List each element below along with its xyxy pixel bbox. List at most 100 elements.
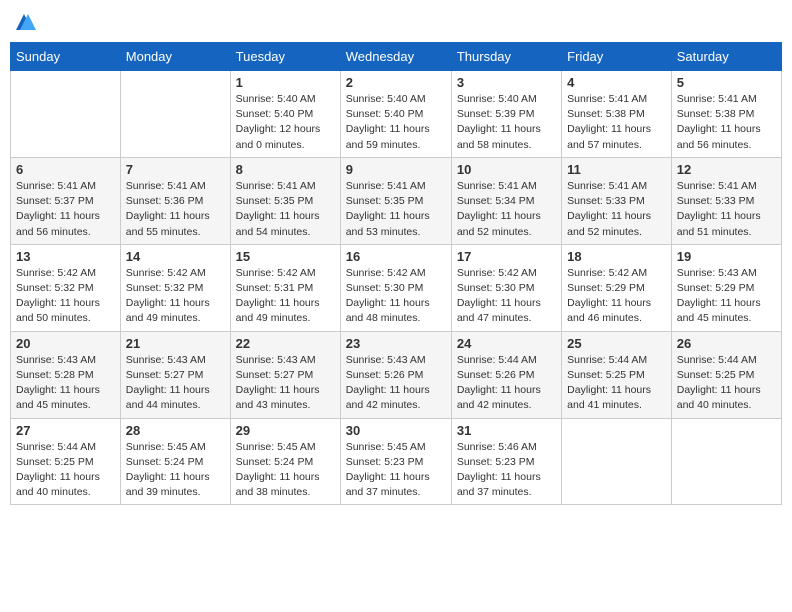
day-info: Sunrise: 5:41 AM Sunset: 5:33 PM Dayligh…	[677, 179, 776, 240]
day-info: Sunrise: 5:41 AM Sunset: 5:35 PM Dayligh…	[346, 179, 446, 240]
day-info: Sunrise: 5:43 AM Sunset: 5:27 PM Dayligh…	[126, 353, 225, 414]
calendar-body: 1Sunrise: 5:40 AM Sunset: 5:40 PM Daylig…	[11, 71, 782, 505]
day-number: 7	[126, 162, 225, 177]
day-number: 6	[16, 162, 115, 177]
calendar-cell	[120, 71, 230, 158]
day-number: 2	[346, 75, 446, 90]
day-number: 30	[346, 423, 446, 438]
calendar-cell: 10 Sunrise: 5:41 AM Sunset: 5:34 PM Dayli…	[451, 157, 561, 244]
calendar-cell	[671, 418, 781, 505]
calendar-week-row: 20 Sunrise: 5:43 AM Sunset: 5:28 PM Dayli…	[11, 331, 782, 418]
day-number: 16	[346, 249, 446, 264]
calendar-header: SundayMondayTuesdayWednesdayThursdayFrid…	[11, 43, 782, 71]
calendar-cell: 29Sunrise: 5:45 AM Sunset: 5:24 PM Dayli…	[230, 418, 340, 505]
day-number: 9	[346, 162, 446, 177]
day-info: Sunrise: 5:40 AM Sunset: 5:40 PM Dayligh…	[346, 92, 446, 153]
day-number: 27	[16, 423, 115, 438]
day-number: 23	[346, 336, 446, 351]
day-info: Sunrise: 5:44 AM Sunset: 5:26 PM Dayligh…	[457, 353, 556, 414]
calendar-cell: 16 Sunrise: 5:42 AM Sunset: 5:30 PM Dayli…	[340, 244, 451, 331]
calendar-cell	[11, 71, 121, 158]
day-info: Sunrise: 5:44 AM Sunset: 5:25 PM Dayligh…	[16, 440, 115, 501]
calendar-week-row: 27 Sunrise: 5:44 AM Sunset: 5:25 PM Dayli…	[11, 418, 782, 505]
day-info: Sunrise: 5:45 AM Sunset: 5:24 PM Dayligh…	[236, 440, 335, 501]
day-number: 13	[16, 249, 115, 264]
calendar-cell: 19 Sunrise: 5:43 AM Sunset: 5:29 PM Dayli…	[671, 244, 781, 331]
calendar-cell: 30 Sunrise: 5:45 AM Sunset: 5:23 PM Dayli…	[340, 418, 451, 505]
calendar-cell	[562, 418, 672, 505]
calendar-cell: 28 Sunrise: 5:45 AM Sunset: 5:24 PM Dayli…	[120, 418, 230, 505]
day-info: Sunrise: 5:42 AM Sunset: 5:30 PM Dayligh…	[457, 266, 556, 327]
day-info: Sunrise: 5:41 AM Sunset: 5:38 PM Dayligh…	[567, 92, 666, 153]
logo	[10, 10, 36, 34]
logo-icon	[12, 10, 36, 34]
calendar-cell: 5 Sunrise: 5:41 AM Sunset: 5:38 PM Daylig…	[671, 71, 781, 158]
day-info: Sunrise: 5:40 AM Sunset: 5:40 PM Dayligh…	[236, 92, 335, 153]
weekday-header-friday: Friday	[562, 43, 672, 71]
calendar-cell: 17Sunrise: 5:42 AM Sunset: 5:30 PM Dayli…	[451, 244, 561, 331]
calendar-cell: 8Sunrise: 5:41 AM Sunset: 5:35 PM Daylig…	[230, 157, 340, 244]
calendar-cell: 2 Sunrise: 5:40 AM Sunset: 5:40 PM Daylig…	[340, 71, 451, 158]
calendar-week-row: 6Sunrise: 5:41 AM Sunset: 5:37 PM Daylig…	[11, 157, 782, 244]
day-info: Sunrise: 5:41 AM Sunset: 5:33 PM Dayligh…	[567, 179, 666, 240]
weekday-header-tuesday: Tuesday	[230, 43, 340, 71]
day-info: Sunrise: 5:43 AM Sunset: 5:28 PM Dayligh…	[16, 353, 115, 414]
weekday-header-thursday: Thursday	[451, 43, 561, 71]
day-info: Sunrise: 5:41 AM Sunset: 5:36 PM Dayligh…	[126, 179, 225, 240]
calendar-cell: 27 Sunrise: 5:44 AM Sunset: 5:25 PM Dayli…	[11, 418, 121, 505]
day-info: Sunrise: 5:43 AM Sunset: 5:26 PM Dayligh…	[346, 353, 446, 414]
calendar-cell: 23 Sunrise: 5:43 AM Sunset: 5:26 PM Dayli…	[340, 331, 451, 418]
day-info: Sunrise: 5:43 AM Sunset: 5:29 PM Dayligh…	[677, 266, 776, 327]
calendar-cell: 14Sunrise: 5:42 AM Sunset: 5:32 PM Dayli…	[120, 244, 230, 331]
day-info: Sunrise: 5:44 AM Sunset: 5:25 PM Dayligh…	[567, 353, 666, 414]
calendar-cell: 11Sunrise: 5:41 AM Sunset: 5:33 PM Dayli…	[562, 157, 672, 244]
day-info: Sunrise: 5:43 AM Sunset: 5:27 PM Dayligh…	[236, 353, 335, 414]
day-number: 22	[236, 336, 335, 351]
day-number: 15	[236, 249, 335, 264]
calendar-cell: 26 Sunrise: 5:44 AM Sunset: 5:25 PM Dayli…	[671, 331, 781, 418]
calendar-cell: 1Sunrise: 5:40 AM Sunset: 5:40 PM Daylig…	[230, 71, 340, 158]
day-info: Sunrise: 5:41 AM Sunset: 5:35 PM Dayligh…	[236, 179, 335, 240]
day-number: 12	[677, 162, 776, 177]
day-number: 21	[126, 336, 225, 351]
day-number: 5	[677, 75, 776, 90]
calendar-week-row: 1Sunrise: 5:40 AM Sunset: 5:40 PM Daylig…	[11, 71, 782, 158]
day-info: Sunrise: 5:42 AM Sunset: 5:30 PM Dayligh…	[346, 266, 446, 327]
calendar-cell: 9 Sunrise: 5:41 AM Sunset: 5:35 PM Daylig…	[340, 157, 451, 244]
day-number: 3	[457, 75, 556, 90]
day-number: 28	[126, 423, 225, 438]
weekday-header-saturday: Saturday	[671, 43, 781, 71]
calendar-cell: 13 Sunrise: 5:42 AM Sunset: 5:32 PM Dayli…	[11, 244, 121, 331]
day-number: 19	[677, 249, 776, 264]
day-number: 26	[677, 336, 776, 351]
day-number: 4	[567, 75, 666, 90]
day-info: Sunrise: 5:44 AM Sunset: 5:25 PM Dayligh…	[677, 353, 776, 414]
calendar-cell: 15 Sunrise: 5:42 AM Sunset: 5:31 PM Dayli…	[230, 244, 340, 331]
calendar-cell: 24 Sunrise: 5:44 AM Sunset: 5:26 PM Dayli…	[451, 331, 561, 418]
calendar-cell: 31 Sunrise: 5:46 AM Sunset: 5:23 PM Dayli…	[451, 418, 561, 505]
day-number: 20	[16, 336, 115, 351]
day-number: 10	[457, 162, 556, 177]
day-info: Sunrise: 5:41 AM Sunset: 5:34 PM Dayligh…	[457, 179, 556, 240]
calendar-cell: 3Sunrise: 5:40 AM Sunset: 5:39 PM Daylig…	[451, 71, 561, 158]
calendar-week-row: 13 Sunrise: 5:42 AM Sunset: 5:32 PM Dayli…	[11, 244, 782, 331]
calendar-cell: 21 Sunrise: 5:43 AM Sunset: 5:27 PM Dayli…	[120, 331, 230, 418]
calendar-cell: 4 Sunrise: 5:41 AM Sunset: 5:38 PM Daylig…	[562, 71, 672, 158]
day-info: Sunrise: 5:41 AM Sunset: 5:38 PM Dayligh…	[677, 92, 776, 153]
day-info: Sunrise: 5:42 AM Sunset: 5:31 PM Dayligh…	[236, 266, 335, 327]
day-info: Sunrise: 5:45 AM Sunset: 5:24 PM Dayligh…	[126, 440, 225, 501]
calendar-cell: 7 Sunrise: 5:41 AM Sunset: 5:36 PM Daylig…	[120, 157, 230, 244]
calendar-cell: 6Sunrise: 5:41 AM Sunset: 5:37 PM Daylig…	[11, 157, 121, 244]
calendar-cell: 22 Sunrise: 5:43 AM Sunset: 5:27 PM Dayli…	[230, 331, 340, 418]
day-number: 24	[457, 336, 556, 351]
calendar-cell: 12 Sunrise: 5:41 AM Sunset: 5:33 PM Dayli…	[671, 157, 781, 244]
calendar-table: SundayMondayTuesdayWednesdayThursdayFrid…	[10, 42, 782, 505]
day-info: Sunrise: 5:45 AM Sunset: 5:23 PM Dayligh…	[346, 440, 446, 501]
day-number: 14	[126, 249, 225, 264]
day-info: Sunrise: 5:42 AM Sunset: 5:32 PM Dayligh…	[16, 266, 115, 327]
day-number: 31	[457, 423, 556, 438]
weekday-header-row: SundayMondayTuesdayWednesdayThursdayFrid…	[11, 43, 782, 71]
day-number: 18	[567, 249, 666, 264]
weekday-header-sunday: Sunday	[11, 43, 121, 71]
day-info: Sunrise: 5:46 AM Sunset: 5:23 PM Dayligh…	[457, 440, 556, 501]
